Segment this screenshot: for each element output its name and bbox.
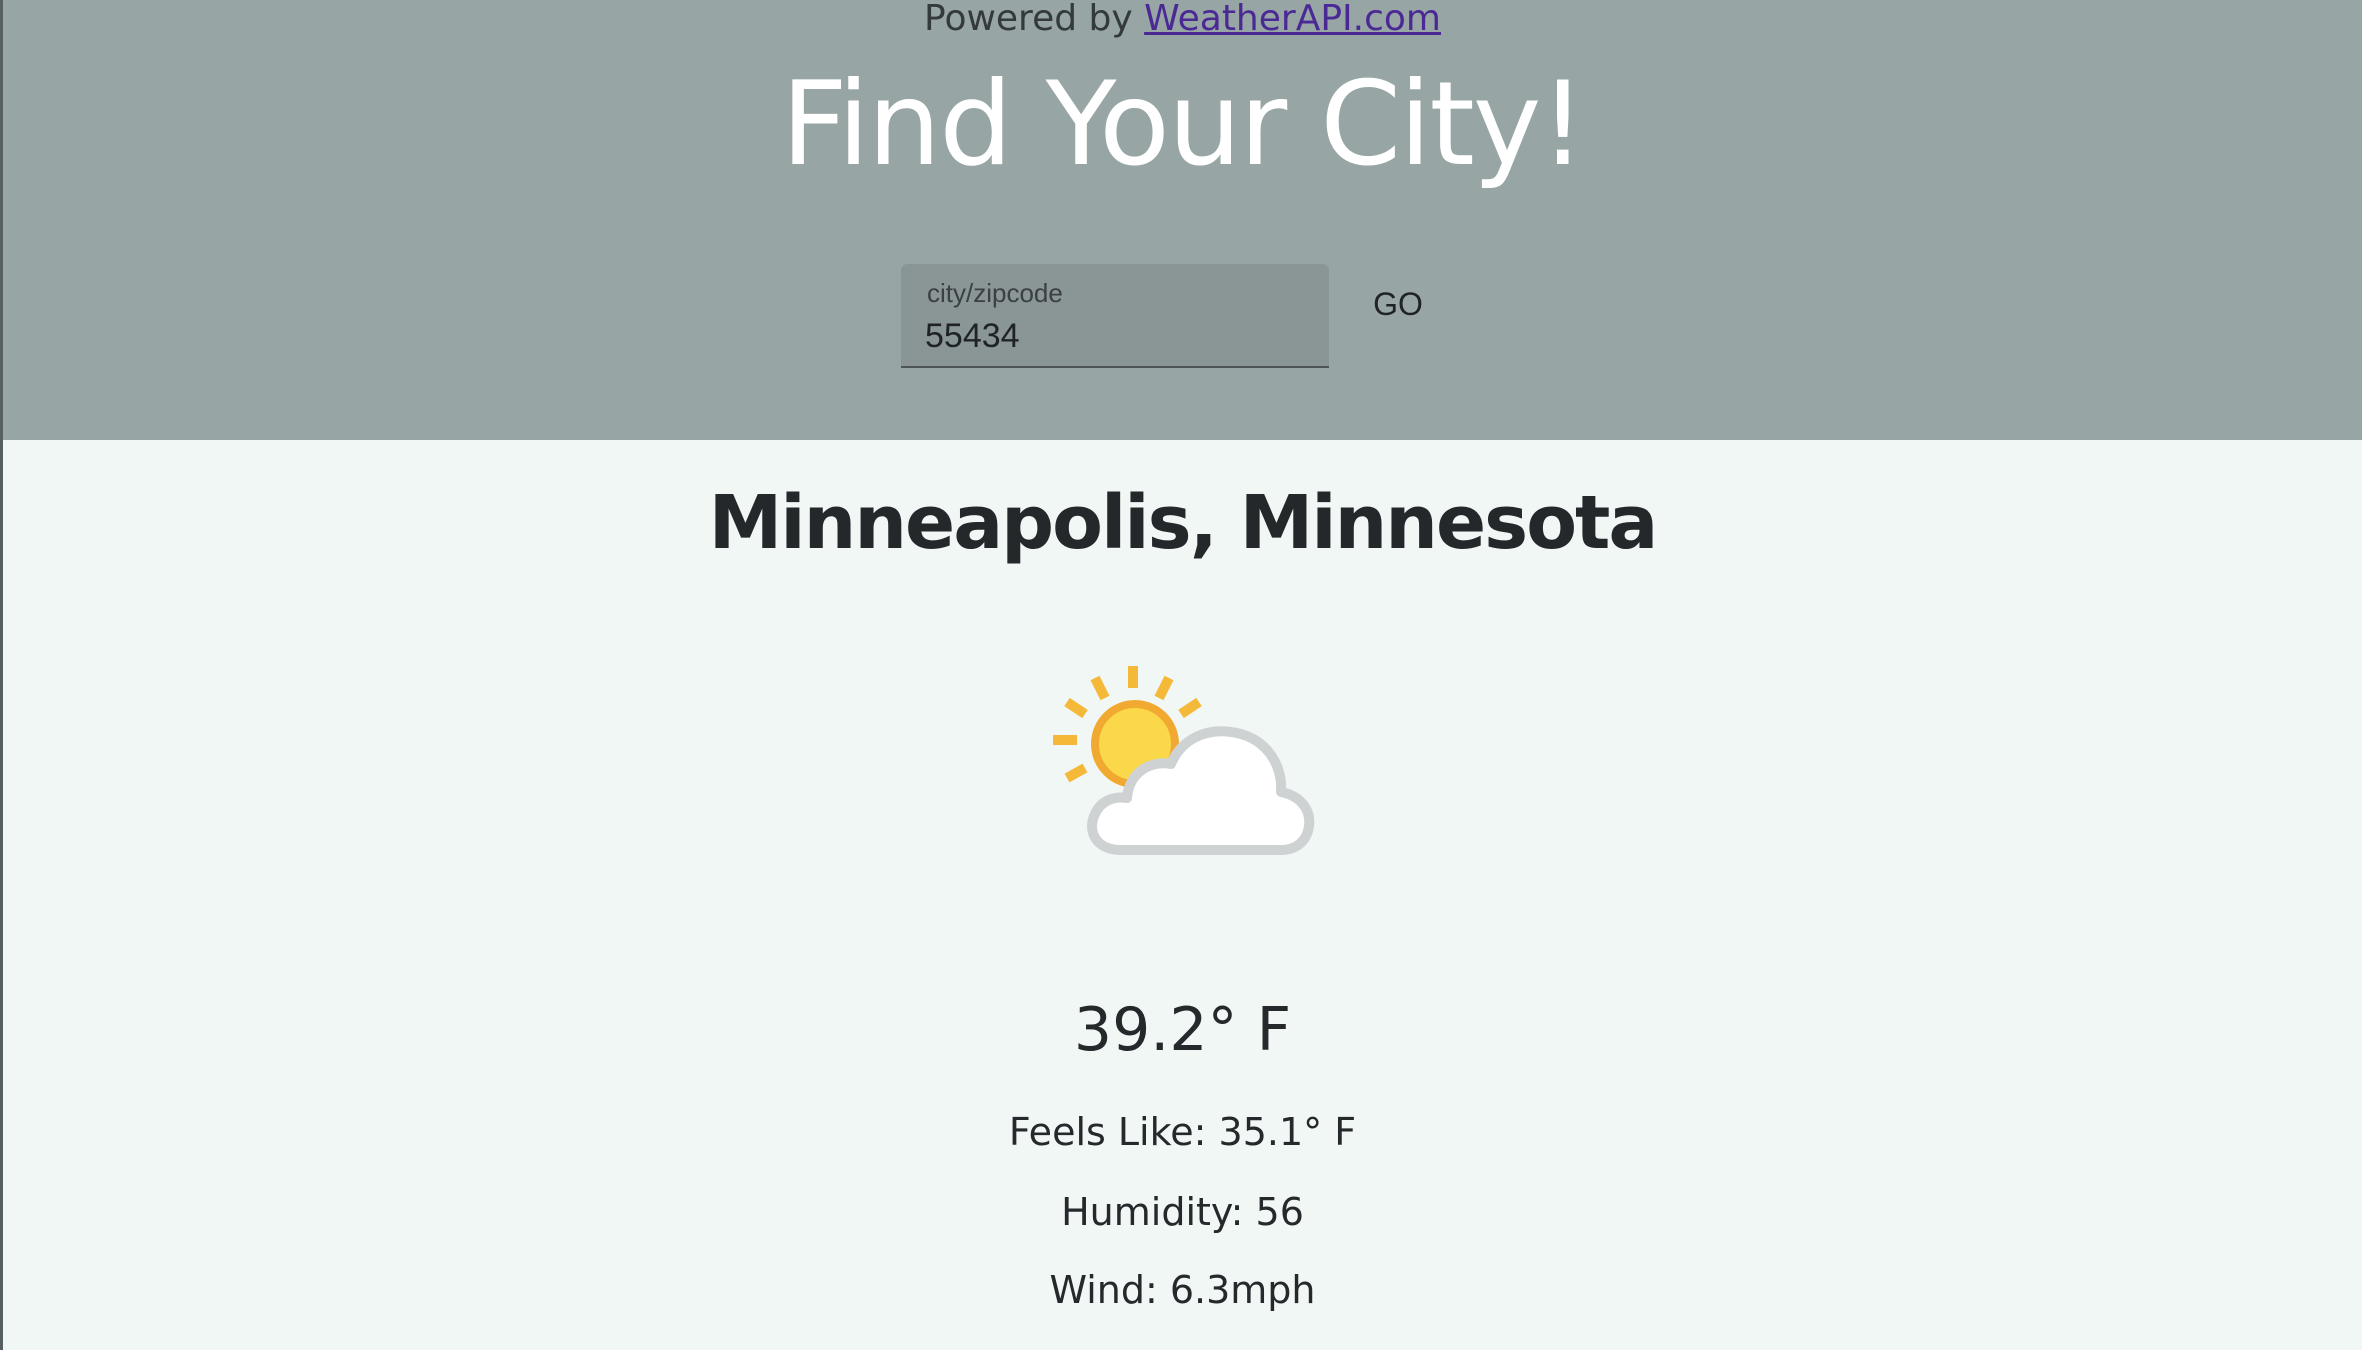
weatherapi-link[interactable]: WeatherAPI.com — [1144, 0, 1441, 39]
feels-like-text: Feels Like: 35.1° F — [1008, 1110, 1357, 1154]
city-zipcode-label: city/zipcode — [927, 278, 1063, 308]
page-title: Find Your City! — [781, 57, 1586, 192]
weather-page: Powered by WeatherAPI.com Find Your City… — [0, 0, 2362, 1350]
temperature-value: 39.2° F — [1073, 995, 1292, 1065]
city-name: Minneapolis, Minnesota — [708, 480, 1659, 566]
humidity-text: Humidity: 56 — [1061, 1190, 1304, 1234]
powered-by-text: Powered by WeatherAPI.com — [3, 0, 2362, 38]
search-header: Powered by WeatherAPI.com Find Your City… — [3, 0, 2362, 440]
wind-text: Wind: 6.3mph — [1049, 1268, 1316, 1312]
city-zipcode-input[interactable] — [925, 314, 1305, 358]
partly-cloudy-icon — [1039, 660, 1329, 870]
city-zipcode-field[interactable]: city/zipcode — [901, 264, 1329, 368]
go-button[interactable]: GO — [1353, 276, 1443, 332]
powered-by-prefix: Powered by — [924, 0, 1145, 39]
